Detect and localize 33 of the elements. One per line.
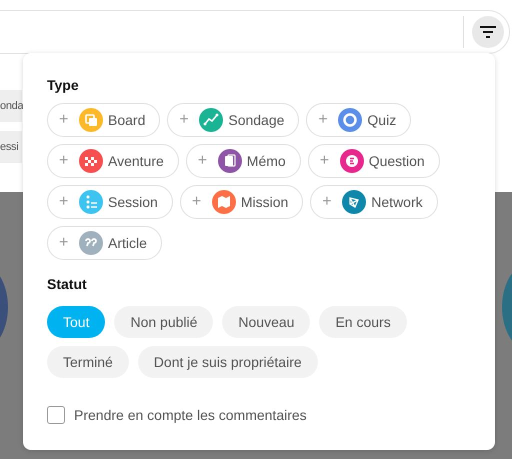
status-chip[interactable]: Nouveau: [222, 306, 310, 338]
checkbox-label: Prendre en compte les commentaires: [74, 407, 307, 423]
section-title: Statut: [47, 276, 88, 292]
type-chip[interactable]: + Quiz: [306, 103, 412, 137]
plus-icon: +: [320, 152, 340, 170]
plus-icon: +: [59, 111, 79, 129]
filter-chip[interactable]: essi: [0, 131, 22, 163]
plus-icon: +: [59, 193, 79, 211]
filter-button[interactable]: [472, 16, 504, 48]
plus-icon: +: [322, 193, 342, 211]
filter-icon: [480, 26, 496, 38]
plus-icon: +: [318, 111, 338, 129]
status-chip[interactable]: Dont je suis propriétaire: [138, 346, 318, 378]
type-chip[interactable]: + Sondage: [167, 103, 300, 137]
section-title: Type: [47, 77, 80, 93]
status-chip[interactable]: Terminé: [47, 346, 129, 378]
plus-icon: +: [59, 234, 79, 252]
type-chip[interactable]: + Aventure: [47, 144, 179, 178]
type-chip[interactable]: + Mission: [180, 185, 304, 219]
checkbox[interactable]: [47, 406, 65, 424]
type-chip[interactable]: + Question: [308, 144, 440, 178]
type-chip[interactable]: + Board: [47, 103, 160, 137]
type-chip[interactable]: + Article: [47, 226, 162, 260]
plus-icon: +: [59, 152, 79, 170]
status-chip[interactable]: En cours: [319, 306, 407, 338]
plus-icon: +: [198, 152, 218, 170]
type-chip[interactable]: + Session: [47, 185, 173, 219]
filter-chip[interactable]: onda: [0, 90, 22, 122]
type-chip[interactable]: + Network: [310, 185, 438, 219]
plus-icon: +: [192, 193, 212, 211]
plus-icon: +: [179, 111, 200, 129]
type-chip[interactable]: + Mémo: [186, 144, 301, 178]
status-chip[interactable]: Non publié: [114, 306, 214, 338]
